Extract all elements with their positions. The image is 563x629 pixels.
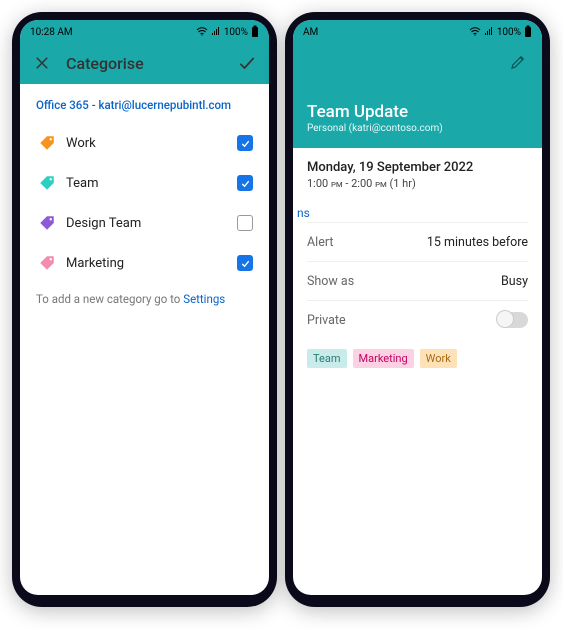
category-row[interactable]: Team — [36, 166, 253, 200]
alert-label: Alert — [307, 235, 333, 250]
event-time: 1:00 pm - 2:00 pm (1 hr) — [307, 177, 528, 190]
category-checkbox[interactable] — [237, 255, 253, 271]
event-title: Team Update — [307, 102, 528, 122]
categorise-content: Office 365 - katri@lucernepubintl.com Wo… — [20, 84, 269, 320]
event-header: Team Update Personal (katri@contoso.com) — [293, 42, 542, 148]
status-bar: 10:28 AM 100% — [20, 20, 269, 42]
settings-link[interactable]: Settings — [183, 292, 225, 306]
wifi-icon — [196, 26, 208, 39]
edit-icon[interactable] — [508, 52, 528, 72]
hint-prefix: To add a new category go to — [36, 292, 183, 306]
event-date: Monday, 19 September 2022 — [307, 160, 528, 175]
category-label: Design Team — [66, 216, 237, 231]
tag-icon — [36, 134, 58, 152]
private-toggle[interactable] — [498, 312, 528, 328]
category-chips: Team Marketing Work — [307, 349, 528, 368]
private-label: Private — [307, 313, 346, 328]
date-block: Monday, 19 September 2022 1:00 pm - 2:00… — [307, 160, 528, 198]
battery-icon — [524, 25, 532, 40]
truncated-link[interactable]: ns — [297, 206, 528, 220]
phone-frame-left: 10:28 AM 100% Categorise — [12, 12, 277, 607]
wifi-icon — [469, 26, 481, 39]
category-chip[interactable]: Work — [420, 349, 457, 368]
tag-icon — [36, 174, 58, 192]
category-label: Team — [66, 176, 237, 191]
alert-value: 15 minutes before — [427, 235, 528, 250]
app-bar: Categorise — [20, 42, 269, 84]
confirm-icon[interactable] — [237, 53, 257, 73]
screen-right: AM 100% Team Update Perso — [293, 20, 542, 595]
tag-icon — [36, 214, 58, 232]
close-icon[interactable] — [32, 53, 52, 73]
private-row: Private — [307, 300, 528, 339]
category-row[interactable]: Design Team — [36, 206, 253, 240]
event-subtitle: Personal (katri@contoso.com) — [307, 123, 528, 134]
account-line: Office 365 - katri@lucernepubintl.com — [36, 98, 253, 112]
status-bar: AM 100% — [293, 20, 542, 42]
alert-row[interactable]: Alert 15 minutes before — [307, 222, 528, 261]
signal-icon — [484, 26, 494, 39]
battery-icon — [251, 25, 259, 40]
battery-text: 100% — [224, 27, 248, 38]
category-chip[interactable]: Marketing — [353, 349, 414, 368]
tag-icon — [36, 254, 58, 272]
status-time: 10:28 AM — [30, 27, 73, 38]
phone-frame-right: AM 100% Team Update Perso — [285, 12, 550, 607]
showas-row[interactable]: Show as Busy — [307, 261, 528, 300]
category-row[interactable]: Work — [36, 126, 253, 160]
category-label: Work — [66, 136, 237, 151]
status-right: 100% — [196, 25, 259, 40]
category-chip[interactable]: Team — [307, 349, 347, 368]
showas-label: Show as — [307, 274, 354, 289]
category-row[interactable]: Marketing — [36, 246, 253, 280]
status-time: AM — [303, 27, 318, 38]
category-checkbox[interactable] — [237, 175, 253, 191]
category-checkbox[interactable] — [237, 215, 253, 231]
event-details: Monday, 19 September 2022 1:00 pm - 2:00… — [293, 148, 542, 380]
hint-text: To add a new category go to Settings — [36, 292, 253, 306]
signal-icon — [211, 26, 221, 39]
page-title: Categorise — [66, 54, 223, 73]
status-right: 100% — [469, 25, 532, 40]
category-label: Marketing — [66, 256, 237, 271]
showas-value: Busy — [501, 274, 528, 289]
category-checkbox[interactable] — [237, 135, 253, 151]
battery-text: 100% — [497, 27, 521, 38]
screen-left: 10:28 AM 100% Categorise — [20, 20, 269, 595]
